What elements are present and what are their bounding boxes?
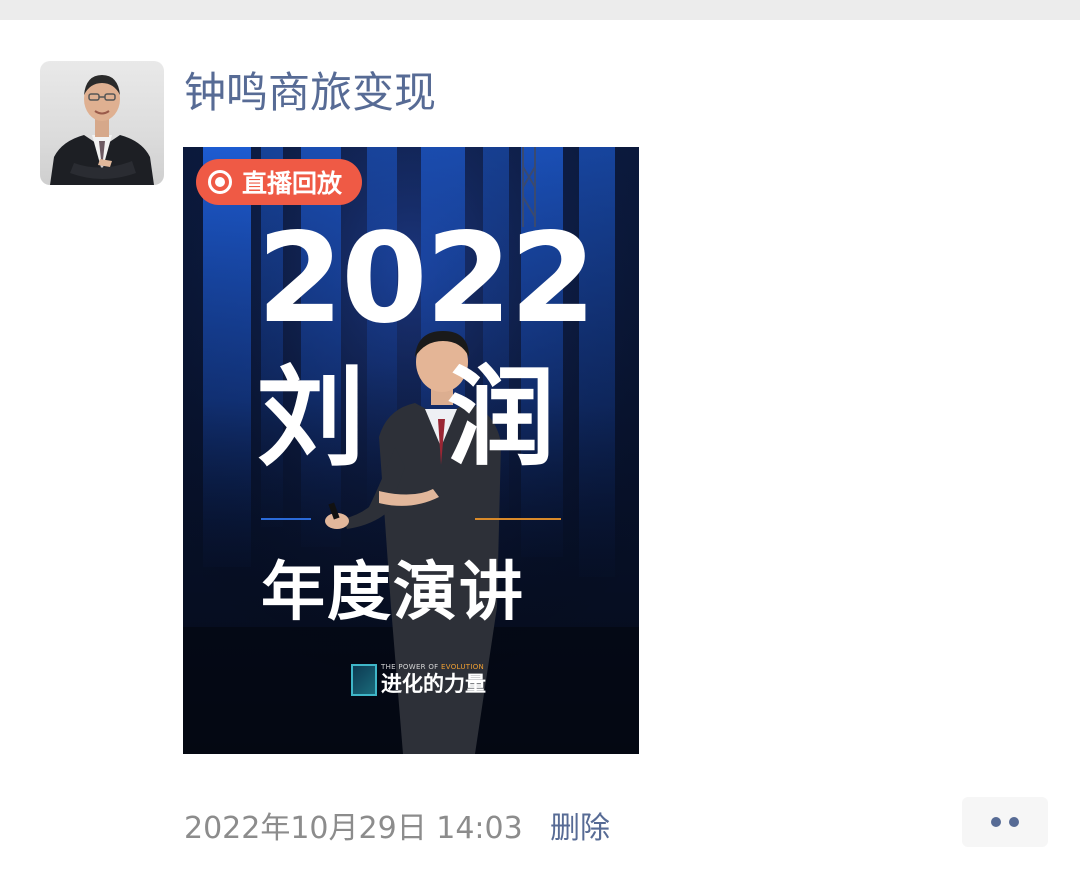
post-image[interactable]: 直播回放 2022 刘 润 年度演讲 THE POWER OF EVOLUTIO… xyxy=(183,147,639,754)
event-brand: THE POWER OF EVOLUTION 进化的力量 xyxy=(351,663,486,696)
more-options-button[interactable] xyxy=(962,797,1048,847)
record-icon xyxy=(208,170,232,194)
poster-name-char-2: 润 xyxy=(447,356,556,481)
delete-link[interactable]: 删除 xyxy=(550,810,610,848)
brand-title: 进化的力量 xyxy=(381,672,486,696)
top-bar xyxy=(0,0,1080,20)
poster-year: 2022 xyxy=(257,207,596,351)
divider-right xyxy=(475,518,561,520)
divider-left xyxy=(261,518,311,520)
more-options-icon xyxy=(991,817,1001,827)
live-replay-badge: 直播回放 xyxy=(196,159,363,205)
avatar[interactable] xyxy=(40,61,164,185)
author-name[interactable]: 钟鸣商旅变现 xyxy=(184,66,436,120)
poster-subtitle: 年度演讲 xyxy=(261,556,525,630)
post-timestamp: 2022年10月29日 14:03 xyxy=(184,811,523,846)
badge-label: 直播回放 xyxy=(242,169,343,198)
poster-name-char-1: 刘 xyxy=(257,356,366,481)
brand-logo-icon xyxy=(351,664,377,696)
brand-tagline: THE POWER OF EVOLUTION xyxy=(381,663,485,671)
